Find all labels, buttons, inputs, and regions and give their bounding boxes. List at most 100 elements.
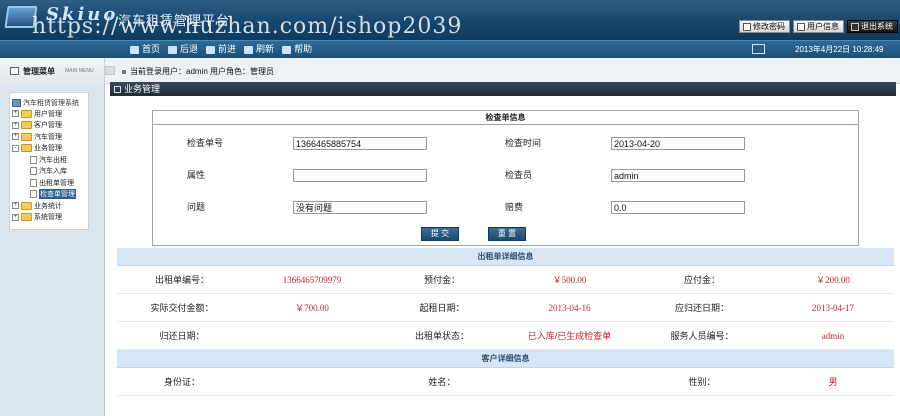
field-value: ￥500.00 bbox=[552, 275, 587, 285]
top-actions: 修改密码 用户信息 退出系统 bbox=[739, 20, 898, 33]
sidebar-item[interactable]: 汽车入库 bbox=[12, 166, 86, 178]
problem-input[interactable] bbox=[293, 201, 427, 214]
user-info-button[interactable]: 用户信息 bbox=[793, 20, 844, 33]
field-label: 服务人员编号： bbox=[670, 331, 734, 341]
nav-home[interactable]: 首页 bbox=[130, 43, 160, 56]
login-info-text: 当前登录用户：admin 用户角色：管理员 bbox=[130, 67, 275, 76]
check-form: 检查单信息 检查单号 检查时间 属性 检查员 问题 赔费 提 交 重 置 bbox=[152, 110, 859, 246]
sidebar-item-label: 业务统计 bbox=[34, 202, 62, 210]
table-row: 身份证： 姓名： 性别： 男 bbox=[117, 368, 894, 396]
sub-bar: 管理菜单 MAIN MENU 当前登录用户：admin 用户角色：管理员 bbox=[0, 58, 900, 84]
help-icon bbox=[282, 45, 292, 54]
folder-icon bbox=[21, 213, 32, 222]
forward-arrow-icon bbox=[206, 45, 216, 54]
menu-tree: 汽车租赁管理系统 + 用户管理 + 客户管理 + 汽车管理 - 业务管理 汽车出租汽车入库 出租单… bbox=[9, 92, 89, 230]
change-password-label: 修改密码 bbox=[753, 22, 785, 31]
sidebar-item[interactable]: + 汽车管理 bbox=[12, 131, 86, 143]
sidebar-item[interactable]: + 系统管理 bbox=[12, 212, 86, 224]
nav-back-label: 后退 bbox=[180, 44, 199, 54]
document-icon bbox=[30, 155, 37, 164]
sidebar-item[interactable]: 检查单管理 bbox=[12, 189, 86, 201]
attribute-label: 属性 bbox=[187, 170, 206, 180]
customer-detail-title: 客户详细信息 bbox=[117, 350, 894, 368]
logout-label: 退出系统 bbox=[861, 22, 893, 31]
field-label: 姓名： bbox=[428, 377, 456, 387]
expand-icon[interactable]: + bbox=[12, 110, 19, 118]
sidebar-item-label: 客户管理 bbox=[34, 122, 62, 130]
menu-title: 管理菜单 bbox=[23, 66, 55, 76]
field-label: 身份证： bbox=[163, 377, 200, 387]
current-datetime: 2013年4月22日 10:28:49 bbox=[795, 45, 884, 54]
table-row: 出租单编号： 1366465709979 预付金： ￥500.00 应付金： ￥200.0… bbox=[117, 266, 894, 294]
field-value bbox=[507, 368, 632, 395]
reset-button[interactable]: 重 置 bbox=[488, 227, 526, 241]
document-icon bbox=[30, 190, 37, 199]
sidebar-item[interactable]: + 业务统计 bbox=[12, 200, 86, 212]
nav-refresh-label: 刷新 bbox=[256, 44, 275, 54]
menu-header: 管理菜单 MAIN MENU bbox=[0, 58, 105, 84]
menu-title-en: MAIN MENU bbox=[65, 68, 94, 74]
nav-home-label: 首页 bbox=[142, 44, 161, 54]
check-no-input[interactable] bbox=[293, 137, 427, 150]
sidebar-item[interactable]: 汽车出租 bbox=[12, 154, 86, 166]
top-header: Skiuo 汽车租赁管理平台 https://www.huzhan.com/is… bbox=[0, 0, 900, 40]
check-time-input[interactable] bbox=[611, 137, 745, 150]
folder-icon bbox=[21, 132, 32, 141]
detail-tables: 出租单详细信息 出租单编号： 1366465709979 预付金： ￥500.00 应付… bbox=[117, 248, 894, 396]
tree-root[interactable]: 汽车租赁管理系统 bbox=[12, 97, 86, 108]
field-value: ￥200.00 bbox=[816, 275, 850, 285]
inspector-input[interactable] bbox=[611, 169, 745, 182]
check-no-label: 检查单号 bbox=[187, 138, 224, 148]
sidebar-item-label: 用户管理 bbox=[34, 110, 62, 118]
nav-forward[interactable]: 前进 bbox=[206, 43, 236, 56]
field-label: 应付金： bbox=[683, 275, 720, 285]
expand-icon[interactable]: + bbox=[12, 121, 19, 129]
sidebar: 汽车租赁管理系统 + 用户管理 + 客户管理 + 汽车管理 - 业务管理 汽车出租汽车入库 出租单… bbox=[0, 84, 105, 416]
sidebar-item-label: 汽车管理 bbox=[34, 133, 62, 141]
folder-icon bbox=[21, 121, 32, 130]
problem-label: 问题 bbox=[187, 202, 206, 212]
back-arrow-icon bbox=[168, 45, 178, 54]
menu-icon bbox=[10, 67, 19, 75]
field-value: ￥700.00 bbox=[295, 303, 329, 313]
attribute-input[interactable] bbox=[293, 169, 427, 182]
sidebar-item[interactable]: 出租单管理 bbox=[12, 177, 86, 189]
compensation-input[interactable] bbox=[611, 201, 745, 214]
nav-back[interactable]: 后退 bbox=[168, 43, 198, 56]
table-row: 实际交付金额： ￥700.00 起租日期： 2013-04-16 应归还日期： 2013-… bbox=[117, 294, 894, 322]
field-label: 出租单状态： bbox=[414, 331, 469, 341]
watermark-text: https://www.huzhan.com/ishop2039 bbox=[32, 14, 463, 39]
expand-icon[interactable]: + bbox=[12, 213, 19, 221]
sidebar-item-label: 业务管理 bbox=[34, 145, 62, 153]
logout-button[interactable]: 退出系统 bbox=[847, 20, 898, 33]
collapse-icon[interactable]: - bbox=[12, 144, 19, 152]
field-label: 预付金： bbox=[423, 275, 460, 285]
field-label: 归还日期： bbox=[159, 331, 205, 341]
expand-icon[interactable]: + bbox=[12, 133, 19, 141]
change-password-button[interactable]: 修改密码 bbox=[739, 20, 790, 33]
field-value: admin bbox=[821, 330, 845, 341]
folder-icon bbox=[21, 201, 32, 210]
user-icon bbox=[797, 22, 805, 31]
sidebar-item[interactable]: - 业务管理 bbox=[12, 143, 86, 155]
sidebar-item[interactable]: + 客户管理 bbox=[12, 120, 86, 132]
folder-icon bbox=[21, 144, 32, 153]
field-value: 2013-04-16 bbox=[548, 302, 591, 313]
field-value: 2013-04-17 bbox=[812, 302, 854, 313]
sidebar-toggle[interactable] bbox=[105, 66, 115, 75]
nav-links: 首页 后退 前进 刷新 帮助 bbox=[130, 43, 312, 56]
nav-refresh[interactable]: 刷新 bbox=[244, 43, 274, 56]
check-form-caption: 检查单信息 bbox=[153, 111, 858, 125]
tree-root-label: 汽车租赁管理系统 bbox=[23, 99, 79, 107]
sidebar-item[interactable]: + 用户管理 bbox=[12, 108, 86, 120]
sidebar-item-label: 检查单管理 bbox=[39, 189, 76, 200]
sidebar-item-label: 汽车入库 bbox=[39, 168, 67, 176]
nav-help[interactable]: 帮助 bbox=[282, 43, 312, 56]
bullet-icon bbox=[122, 69, 126, 74]
check-time-label: 检查时间 bbox=[505, 138, 542, 148]
inspector-label: 检查员 bbox=[505, 170, 533, 180]
expand-icon[interactable]: + bbox=[12, 202, 19, 210]
main-content: 业务管理 检查单信息 检查单号 检查时间 属性 检查员 问题 赔费 提 交 重 … bbox=[110, 82, 900, 416]
submit-button[interactable]: 提 交 bbox=[421, 227, 459, 241]
field-label: 应归还日期： bbox=[674, 303, 729, 313]
